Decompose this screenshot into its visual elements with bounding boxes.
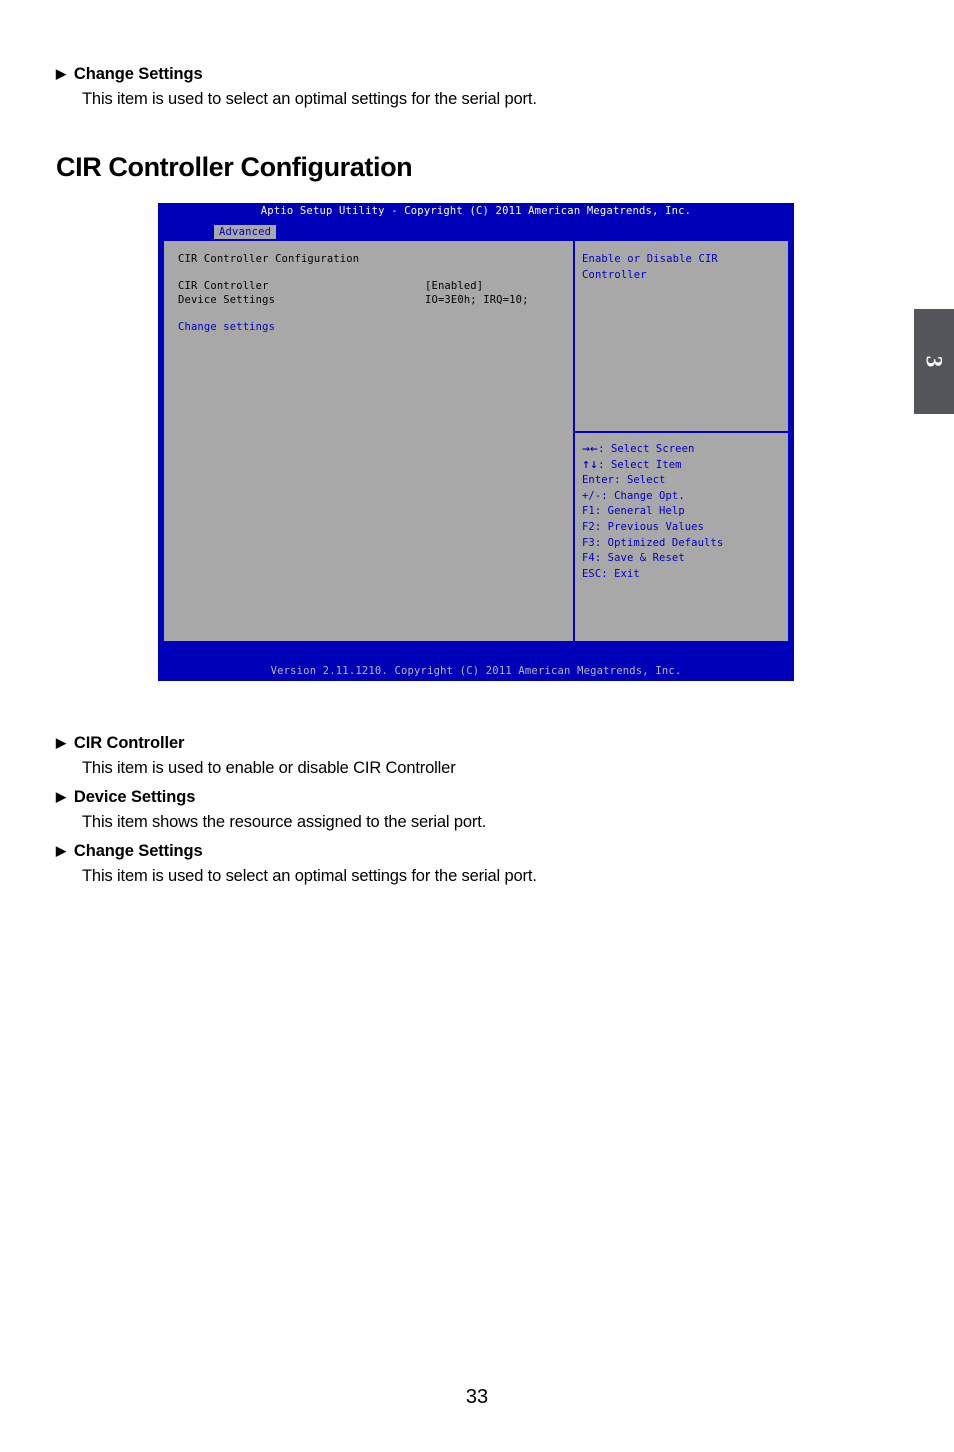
doc-item-device-settings: ▶ Device Settings xyxy=(56,787,896,808)
doc-item-description: This item shows the resource assigned to… xyxy=(82,812,487,831)
page-number: 33 xyxy=(465,1386,489,1408)
bios-settings-panel: CIR Controller Configuration CIR Control… xyxy=(164,241,575,641)
chapter-tab: 3 xyxy=(914,309,954,414)
key-legend-f3-optimized-defaults: F3: Optimized Defaults xyxy=(582,536,724,549)
bios-footer-version: Version 2.11.1210. Copyright (C) 2011 Am… xyxy=(270,665,682,677)
key-legend-f2-previous-values: F2: Previous Values xyxy=(582,520,705,533)
bios-content-area: CIR Controller Configuration CIR Control… xyxy=(162,239,790,643)
bios-title-bar: Aptio Setup Utility - Copyright (C) 2011… xyxy=(260,205,692,217)
arrow-up-down-icon: ↑↓ xyxy=(582,459,599,471)
doc-item-title: Change Settings xyxy=(73,65,203,83)
triangle-bullet-icon: ▶ xyxy=(56,789,66,805)
bios-setting-cir-controller[interactable]: CIR Controller [Enabled] xyxy=(178,280,573,294)
setting-value: [Enabled] xyxy=(425,280,484,292)
bios-panel-heading: CIR Controller Configuration xyxy=(178,253,360,265)
bottom-description-block: ▶ CIR Controller This item is used to en… xyxy=(56,733,896,887)
setting-label: CIR Controller xyxy=(178,280,269,292)
key-legend-change-opt: +/-: Change Opt. xyxy=(582,489,685,502)
chapter-number: 3 xyxy=(921,355,947,368)
bios-tab-row: Advanced xyxy=(158,220,794,240)
doc-item-description: This item is used to enable or disable C… xyxy=(82,758,456,777)
triangle-bullet-icon: ▶ xyxy=(56,66,66,81)
key-legend-select-item: ↑↓: Select Item xyxy=(582,458,788,474)
triangle-bullet-icon: ▶ xyxy=(56,843,66,859)
top-description-block: ▶ Change Settings This item is used to s… xyxy=(56,64,896,110)
key-legend-f4-save-and-reset: F4: Save & Reset xyxy=(582,552,685,565)
doc-item-cir-controller: ▶ CIR Controller xyxy=(56,733,896,754)
doc-item-change-settings: ▶ Change Settings xyxy=(56,64,896,85)
key-legend-esc-exit: ESC: Exit xyxy=(582,567,640,580)
doc-item-title: Device Settings xyxy=(73,788,196,807)
doc-item-change-settings-bottom: ▶ Change Settings xyxy=(56,841,896,862)
page-title: CIR Controller Configuration xyxy=(56,152,413,182)
key-legend-select-screen: →←: Select Screen xyxy=(582,442,788,458)
bios-help-panel: Enable or Disable CIR Controller →←: Sel… xyxy=(575,241,788,641)
bios-setup-screenshot: Aptio Setup Utility - Copyright (C) 2011… xyxy=(158,203,794,681)
help-text-line-1: Enable or Disable CIR xyxy=(582,253,718,265)
bios-link-change-settings[interactable]: Change settings xyxy=(178,321,573,335)
doc-item-description: This item is used to select an optimal s… xyxy=(82,89,537,108)
bios-help-text: Enable or Disable CIR Controller xyxy=(575,241,788,433)
arrow-right-left-icon: →← xyxy=(582,444,599,455)
key-legend-label: : Select Screen xyxy=(598,443,695,455)
bios-setting-device-settings[interactable]: Device Settings IO=3E0h; IRQ=10; xyxy=(178,294,573,308)
help-text-line-2: Controller xyxy=(582,268,647,281)
doc-item-description: This item is used to select an optimal s… xyxy=(82,866,537,885)
doc-item-title: Change Settings xyxy=(73,842,203,861)
bios-key-legend: →←: Select Screen ↑↓: Select Item Enter:… xyxy=(575,433,788,641)
tab-advanced[interactable]: Advanced xyxy=(214,225,277,240)
setting-value: IO=3E0h; IRQ=10; xyxy=(425,293,529,306)
key-legend-f1-general-help: F1: General Help xyxy=(582,505,685,518)
key-legend-enter: Enter: Select xyxy=(582,474,666,487)
doc-item-title: CIR Controller xyxy=(73,734,185,752)
key-legend-label: : Select Item xyxy=(598,458,682,471)
setting-label: Device Settings xyxy=(178,293,276,306)
triangle-bullet-icon: ▶ xyxy=(56,735,66,750)
